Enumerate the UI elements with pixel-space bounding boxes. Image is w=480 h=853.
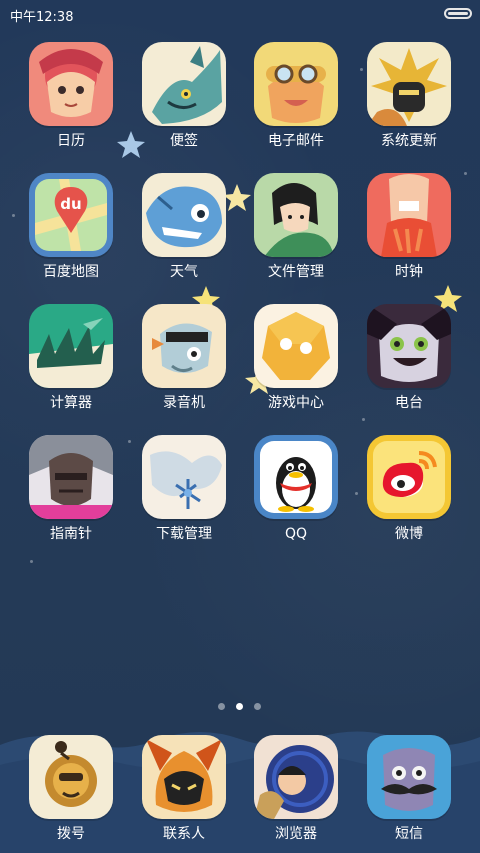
app-radio[interactable]: 电台 (359, 304, 459, 422)
app-baidu-maps[interactable]: du 百度地图 (21, 173, 121, 291)
app-label: 拨号 (57, 826, 85, 842)
page-indicator (210, 702, 270, 712)
clock-app-icon (367, 173, 451, 257)
battery-icon (444, 8, 472, 19)
dock: 拨号 联系人 浏览器 短信 (0, 725, 480, 853)
app-label: 百度地图 (43, 264, 99, 280)
weibo-app-icon (367, 435, 451, 519)
browser-app-icon (254, 735, 338, 819)
app-label: 时钟 (395, 264, 423, 280)
page-dot-3[interactable] (254, 703, 261, 710)
compass-app-icon (29, 435, 113, 519)
calculator-app-icon (29, 304, 113, 388)
messages-app-icon (367, 735, 451, 819)
app-system-update[interactable]: 系统更新 (359, 42, 459, 160)
sparkle-dot (464, 172, 467, 175)
status-bar: 中午12:38 (0, 0, 480, 28)
app-file-manager[interactable]: 文件管理 (246, 173, 346, 291)
app-label: 浏览器 (275, 826, 317, 842)
page-dot-2-active[interactable] (236, 703, 243, 710)
radio-app-icon (367, 304, 451, 388)
battery-level (448, 12, 468, 15)
app-label: 短信 (395, 826, 423, 842)
app-label: 文件管理 (268, 264, 324, 280)
app-label: 日历 (57, 133, 85, 149)
app-label: 联系人 (163, 826, 205, 842)
app-compass[interactable]: 指南针 (21, 435, 121, 553)
notes-app-icon (142, 42, 226, 126)
app-label: 微博 (395, 526, 423, 542)
app-label: 录音机 (163, 395, 205, 411)
file-manager-app-icon (254, 173, 338, 257)
app-label: 电台 (395, 395, 423, 411)
phone-dialer-app-icon (29, 735, 113, 819)
weather-app-icon (142, 173, 226, 257)
app-download-manager[interactable]: 下载管理 (134, 435, 234, 553)
app-recorder[interactable]: 录音机 (134, 304, 234, 422)
app-label: 便签 (170, 133, 198, 149)
sparkle-dot (128, 440, 131, 443)
dock-app-contacts[interactable]: 联系人 (134, 735, 234, 853)
dock-app-messages[interactable]: 短信 (359, 735, 459, 853)
dock-app-browser[interactable]: 浏览器 (246, 735, 346, 853)
dock-app-phone[interactable]: 拨号 (21, 735, 121, 853)
app-email[interactable]: 电子邮件 (246, 42, 346, 160)
app-calculator[interactable]: 计算器 (21, 304, 121, 422)
app-game-center[interactable]: 游戏中心 (246, 304, 346, 422)
email-app-icon (254, 42, 338, 126)
app-calendar[interactable]: 日历 (21, 42, 121, 160)
qq-app-icon (254, 435, 338, 519)
app-qq[interactable]: QQ (246, 435, 346, 553)
app-clock[interactable]: 时钟 (359, 173, 459, 291)
app-label: 计算器 (50, 395, 92, 411)
system-update-app-icon (367, 42, 451, 126)
status-time: 中午12:38 (10, 10, 74, 25)
app-label: 下载管理 (156, 526, 212, 542)
app-label: 天气 (170, 264, 198, 280)
app-label: 游戏中心 (268, 395, 324, 411)
baidu-maps-app-icon: du (29, 173, 113, 257)
app-weibo[interactable]: 微博 (359, 435, 459, 553)
game-center-app-icon (254, 304, 338, 388)
app-weather[interactable]: 天气 (134, 173, 234, 291)
contacts-app-icon (142, 735, 226, 819)
sparkle-dot (30, 560, 33, 563)
app-notes[interactable]: 便签 (134, 42, 234, 160)
sparkle-dot (12, 214, 15, 217)
app-label: 系统更新 (381, 133, 437, 149)
app-label: QQ (284, 526, 308, 542)
app-label: 电子邮件 (268, 133, 324, 149)
recorder-app-icon (142, 304, 226, 388)
baidu-du-text: du (60, 195, 81, 213)
download-manager-app-icon (142, 435, 226, 519)
calendar-app-icon (29, 42, 113, 126)
page-dot-1[interactable] (218, 703, 225, 710)
sparkle-dot (355, 492, 358, 495)
app-label: 指南针 (50, 526, 92, 542)
